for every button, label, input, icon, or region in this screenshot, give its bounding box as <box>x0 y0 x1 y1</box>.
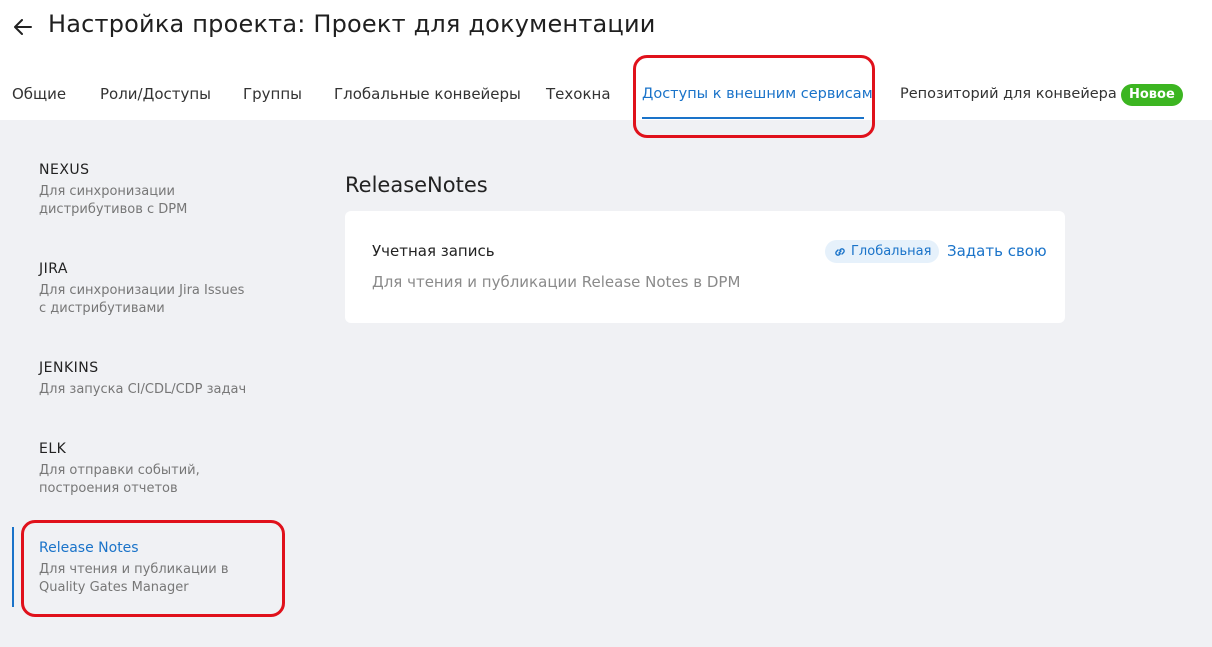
sidebar-item-title: JIRA <box>39 261 68 277</box>
sidebar-item-title: NEXUS <box>39 162 90 178</box>
sidebar-item-jenkins[interactable]: JENKINS Для запуска CI/CDL/CDP задач <box>39 358 279 399</box>
global-badge: Глобальная <box>825 240 940 263</box>
tab-external-services-access[interactable]: Доступы к внешним сервисам <box>642 84 873 104</box>
sidebar-item-desc: Для чтения и публикации в Quality Gates … <box>39 562 229 595</box>
sidebar-item-jira[interactable]: JIRA Для синхронизации Jira Issues с дис… <box>39 259 279 318</box>
set-own-link[interactable]: Задать свою <box>947 242 1047 260</box>
tab-global-pipelines[interactable]: Глобальные конвейеры <box>334 84 521 104</box>
sidebar-item-elk[interactable]: ELK Для отправки событий, построения отч… <box>39 439 279 498</box>
header: Настройка проекта: Проект для документац… <box>0 0 1212 120</box>
link-icon <box>835 247 845 256</box>
tab-pipeline-repository[interactable]: Репозиторий для конвейера <box>900 84 1117 104</box>
sidebar-item-nexus[interactable]: NEXUS Для синхронизации дистрибутивов с … <box>39 160 279 219</box>
sidebar-item-title: ELK <box>39 441 67 457</box>
account-label: Учетная запись <box>372 242 495 260</box>
back-arrow-icon[interactable] <box>12 16 34 38</box>
account-card: Учетная запись Для чтения и публикации R… <box>345 211 1065 323</box>
sidebar-item-desc: Для синхронизации Jira Issues с дистрибу… <box>39 283 245 316</box>
tab-maintenance-windows[interactable]: Техокна <box>546 84 611 104</box>
sidebar-item-title: Release Notes <box>39 540 139 556</box>
section-title: ReleaseNotes <box>345 173 488 197</box>
tab-groups[interactable]: Группы <box>243 84 302 104</box>
global-badge-label: Глобальная <box>851 244 932 259</box>
tab-general[interactable]: Общие <box>12 84 66 104</box>
sidebar-item-title: JENKINS <box>39 360 99 376</box>
new-badge: Новое <box>1121 84 1183 106</box>
sidebar-item-release-notes[interactable]: Release Notes Для чтения и публикации в … <box>39 538 279 597</box>
tab-roles-access[interactable]: Роли/Доступы <box>100 84 211 104</box>
account-description: Для чтения и публикации Release Notes в … <box>372 273 741 291</box>
sidebar-item-desc: Для запуска CI/CDL/CDP задач <box>39 382 247 397</box>
active-item-indicator <box>12 527 14 607</box>
active-tab-underline <box>642 117 864 119</box>
page-title: Настройка проекта: Проект для документац… <box>48 10 656 38</box>
sidebar-item-desc: Для синхронизации дистрибутивов с DPM <box>39 184 188 217</box>
sidebar-item-desc: Для отправки событий, построения отчетов <box>39 463 200 496</box>
